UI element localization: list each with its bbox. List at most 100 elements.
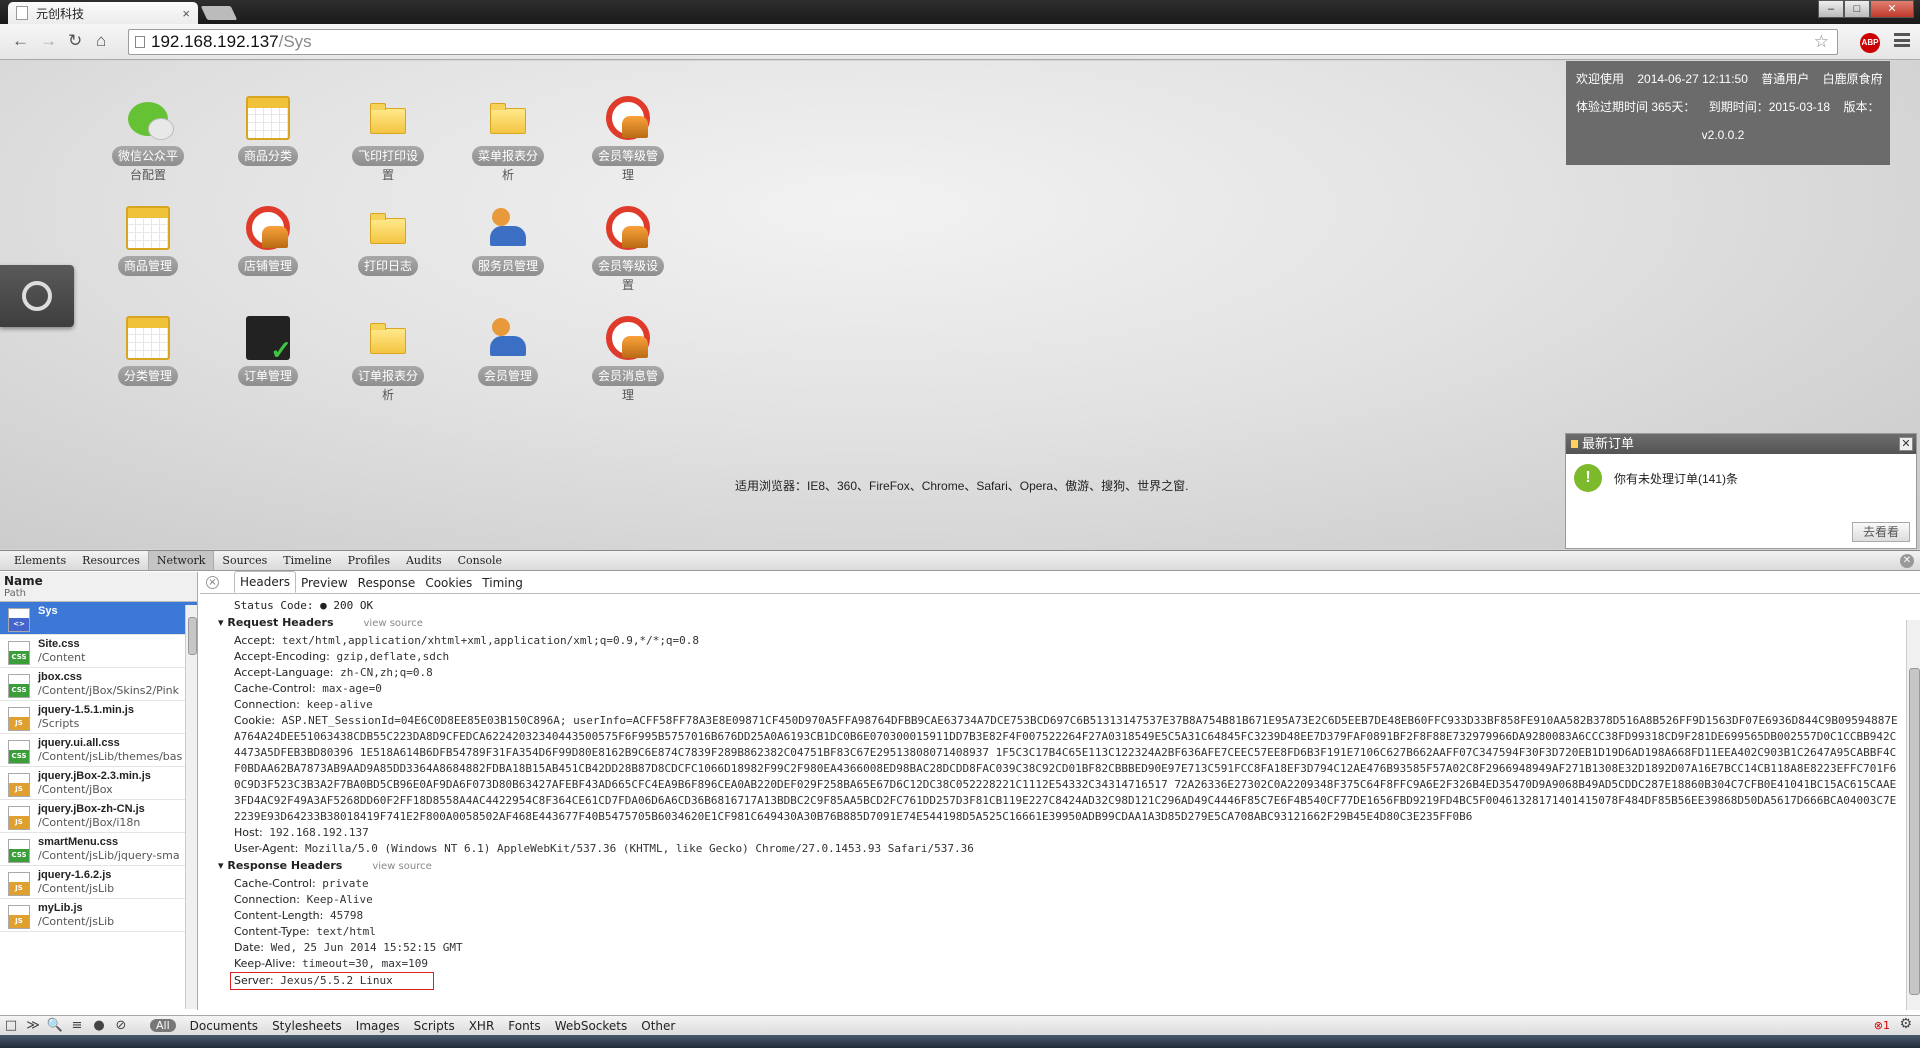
response-headers-section[interactable]: ▾ Response Headers view source — [218, 857, 1898, 876]
search-icon[interactable]: 🔍 — [44, 1018, 66, 1033]
network-request-row[interactable]: JS jquery-1.6.2.js/Content/jsLib — [0, 866, 197, 899]
request-list-header[interactable]: Name Path — [0, 572, 197, 602]
record-icon[interactable]: ● — [88, 1018, 110, 1033]
filter-scripts[interactable]: Scripts — [414, 1019, 455, 1033]
filter-other[interactable]: Other — [641, 1019, 675, 1033]
network-request-row[interactable]: CSS Site.css/Content — [0, 635, 197, 668]
desktop-icon-label: 订单管理 — [237, 366, 298, 386]
devtools-tab-audits[interactable]: Audits — [398, 551, 450, 570]
maximize-button[interactable]: □ — [1844, 0, 1870, 18]
adblock-icon[interactable]: ABP — [1860, 33, 1880, 53]
devtools-tab-sources[interactable]: Sources — [214, 551, 275, 570]
network-request-row[interactable]: CSS smartMenu.css/Content/jsLib/jquery-sm… — [0, 833, 197, 866]
desktop-icon-8[interactable]: 打印日志 — [333, 206, 443, 276]
bookmark-star-icon[interactable]: ☆ — [1814, 30, 1829, 54]
back-icon[interactable]: ← — [12, 32, 29, 50]
desktop-icon-label: 商品分类 — [237, 146, 298, 166]
view-source-link[interactable]: view source — [372, 861, 431, 872]
devtools-tab-profiles[interactable]: Profiles — [340, 551, 398, 570]
server-header-highlight: Server: Jexus/5.5.2 Linux — [230, 972, 434, 990]
window-close-button[interactable]: ✕ — [1870, 0, 1914, 18]
header-key: Cache-Control: — [234, 877, 316, 890]
browser-tab[interactable]: 元创科技 × — [8, 2, 198, 24]
address-bar[interactable]: 192.168.192.137/Sys ☆ — [128, 29, 1838, 55]
filter-fonts[interactable]: Fonts — [508, 1019, 540, 1033]
dock-toggle-icon[interactable]: □ — [0, 1018, 22, 1033]
network-request-row[interactable]: JS jquery.jBox-zh-CN.js/Content/jBox/i18n — [0, 800, 197, 833]
detail-tab-headers[interactable]: Headers — [234, 571, 296, 593]
forward-icon[interactable]: → — [40, 32, 57, 50]
filter-websockets[interactable]: WebSockets — [555, 1019, 628, 1033]
desktop-icon-6[interactable]: 商品管理 — [93, 206, 203, 276]
request-name: smartMenu.css — [38, 836, 119, 848]
devtools-tab-timeline[interactable]: Timeline — [275, 551, 339, 570]
network-request-row[interactable]: JS myLib.js/Content/jsLib — [0, 899, 197, 932]
desktop-icon-5[interactable]: 会员等级管理 — [573, 96, 683, 184]
network-request-row[interactable]: JS jquery.jBox-2.3.min.js/Content/jBox — [0, 767, 197, 800]
detail-scrollbar[interactable] — [1906, 620, 1920, 1010]
desktop-icon-14[interactable]: 会员管理 — [453, 316, 563, 386]
desktop-icon-10[interactable]: 会员等级设置 — [573, 206, 683, 294]
devtools-tab-console[interactable]: Console — [450, 551, 510, 570]
welcome-text: 欢迎使用 — [1576, 72, 1625, 86]
network-request-row[interactable]: CSS jbox.css/Content/jBox/Skins2/Pink — [0, 668, 197, 701]
desktop-icon-label: 会员管理 — [477, 366, 538, 386]
desktop-icon-9[interactable]: 服务员管理 — [453, 206, 563, 276]
wechat-icon — [128, 102, 174, 140]
devtools-tab-elements[interactable]: Elements — [6, 551, 74, 570]
desktop-icon-1[interactable]: 微信公众平 台配置 — [93, 96, 203, 184]
desktop-icon-12[interactable]: 订单管理 — [213, 316, 323, 386]
menu-icon[interactable] — [1894, 33, 1910, 47]
filter-all[interactable]: All — [150, 1019, 176, 1032]
file-type-icon: CSS — [8, 740, 30, 764]
request-list-scrollbar[interactable] — [185, 605, 197, 1009]
settings-gear-icon[interactable]: ⚙ — [1899, 1016, 1912, 1032]
filter-stylesheets[interactable]: Stylesheets — [272, 1019, 342, 1033]
reload-icon[interactable]: ↻ — [68, 32, 82, 50]
new-tab-button[interactable] — [200, 6, 238, 20]
filter-images[interactable]: Images — [356, 1019, 400, 1033]
close-icon[interactable]: ✕ — [1899, 437, 1913, 451]
devtools-close-icon[interactable]: ✕ — [1900, 554, 1914, 568]
header-value: zh-CN,zh;q=0.8 — [340, 666, 433, 679]
console-drawer-icon[interactable]: ≫ — [22, 1018, 44, 1033]
clear-icon[interactable]: ⊘ — [110, 1018, 132, 1033]
desktop-icon-2[interactable]: 商品分类 — [213, 96, 323, 166]
desktop-icon-11[interactable]: 分类管理 — [93, 316, 203, 386]
folder-icon — [370, 103, 406, 134]
view-orders-button[interactable]: 去看看 — [1852, 522, 1910, 542]
network-request-row[interactable]: JS jquery-1.5.1.min.js/Scripts — [0, 701, 197, 734]
network-request-row[interactable]: <> Sys — [0, 602, 197, 635]
desktop-icon-3[interactable]: 飞印打印设置 — [333, 96, 443, 184]
header-row: Content-Length: 45798 — [218, 908, 1898, 924]
view-source-link[interactable]: view source — [364, 618, 423, 629]
error-count-badge[interactable]: ⊗1 — [1874, 1019, 1890, 1032]
list-view-icon[interactable]: ≡ — [66, 1018, 88, 1033]
header-key: Connection: — [234, 698, 300, 711]
devtools-tab-network[interactable]: Network — [147, 551, 215, 570]
detail-tab-preview[interactable]: Preview — [296, 573, 353, 593]
desktop-icon-label: 飞印打印设 — [351, 146, 424, 166]
minimize-button[interactable]: – — [1818, 0, 1844, 18]
detail-tab-timing[interactable]: Timing — [477, 573, 528, 593]
detail-tab-cookies[interactable]: Cookies — [420, 573, 477, 593]
request-headers-section[interactable]: ▾ Request Headers view source — [218, 614, 1898, 633]
detail-tab-response[interactable]: Response — [353, 573, 421, 593]
desktop-icon-label-line2: 置 — [381, 168, 394, 182]
home-icon[interactable]: ⌂ — [96, 32, 106, 50]
close-detail-icon[interactable]: × — [206, 576, 219, 589]
tab-close-icon[interactable]: × — [182, 6, 190, 21]
request-path: /Scripts — [38, 717, 80, 730]
devtools-tab-resources[interactable]: Resources — [74, 551, 148, 570]
desktop-icon-4[interactable]: 菜单报表分析 — [453, 96, 563, 184]
desktop-icon-7[interactable]: 店铺管理 — [213, 206, 323, 276]
filter-xhr[interactable]: XHR — [469, 1019, 495, 1033]
desktop-icon-13[interactable]: 订单报表分析 — [333, 316, 443, 404]
side-launcher-button[interactable] — [0, 265, 74, 327]
network-request-row[interactable]: CSS jquery.ui.all.css/Content/jsLib/theme… — [0, 734, 197, 767]
header-key: Cookie: — [234, 714, 276, 727]
header-value: Jexus/5.5.2 Linux — [280, 974, 393, 987]
filter-documents[interactable]: Documents — [190, 1019, 258, 1033]
cookie-header: Cookie: ASP.NET_SessionId=04E6C0D8EE85E0… — [218, 713, 1898, 825]
desktop-icon-15[interactable]: 会员消息管理 — [573, 316, 683, 404]
